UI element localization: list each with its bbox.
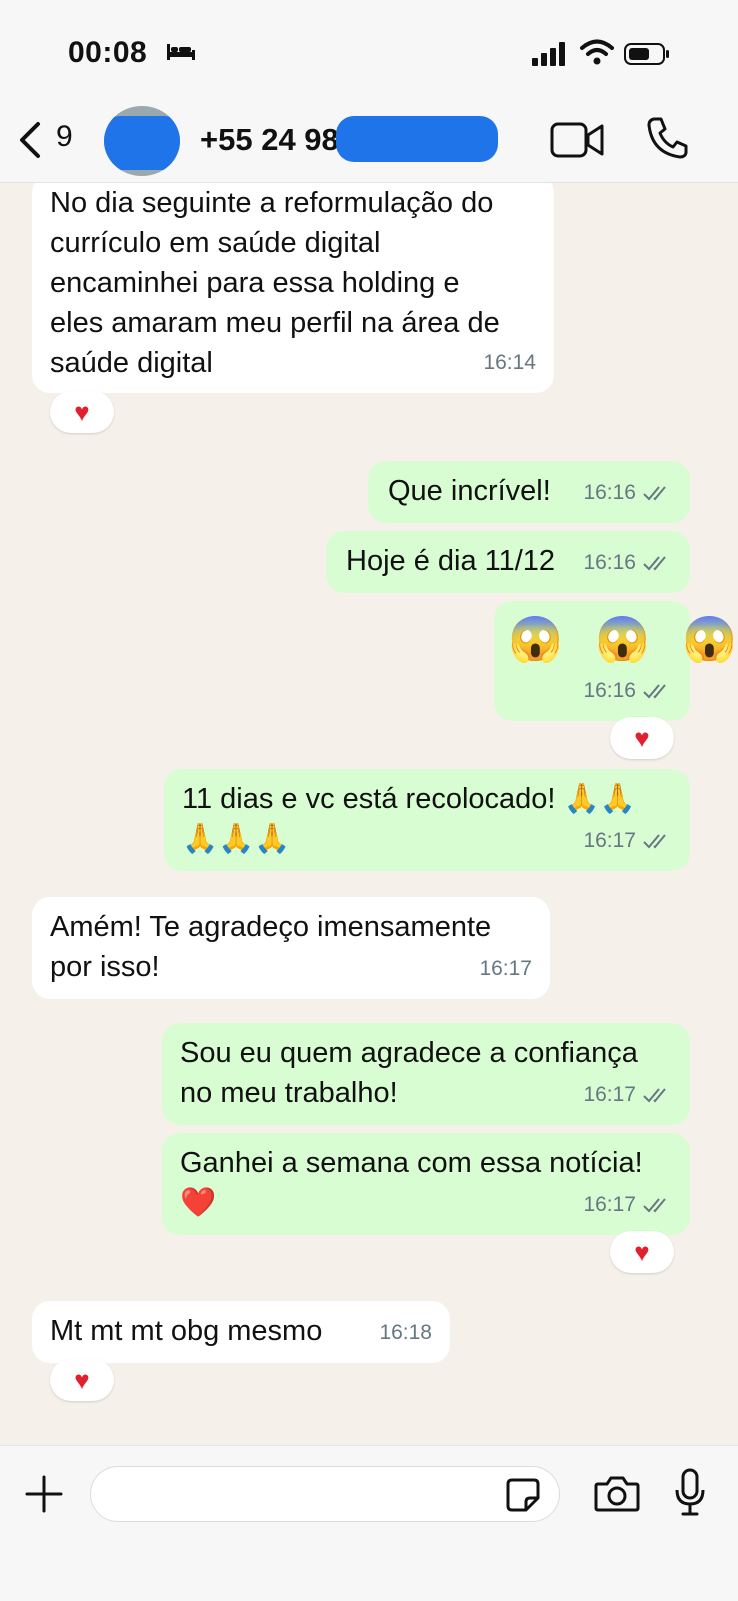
incoming-message[interactable]: No dia seguinte a reformulação do curríc… bbox=[32, 183, 554, 393]
message-text: Amém! Te agradeço imensamente por isso! bbox=[50, 911, 492, 983]
heart-reaction-icon[interactable]: ♥ bbox=[50, 391, 114, 433]
battery-icon bbox=[624, 43, 669, 65]
message-meta: 16:16 bbox=[583, 671, 672, 711]
composer-bar bbox=[0, 1445, 738, 1601]
message-meta: 16:16 bbox=[583, 473, 672, 513]
back-chevron-icon[interactable] bbox=[16, 120, 44, 160]
status-bar: 00:08 bbox=[0, 0, 738, 100]
redaction-mark bbox=[104, 116, 180, 170]
outgoing-message[interactable]: Sou eu quem agradece a confiança no meu … bbox=[162, 1023, 690, 1125]
heart-reaction-icon[interactable]: ♥ bbox=[610, 1231, 674, 1273]
incoming-message[interactable]: Amém! Te agradeço imensamente por isso! … bbox=[32, 897, 550, 999]
chat-header: 9 +55 24 98 bbox=[0, 100, 738, 183]
read-ticks-icon bbox=[643, 486, 666, 501]
message-time: 16:17 bbox=[583, 1193, 636, 1216]
plus-icon[interactable] bbox=[24, 1474, 64, 1514]
message-time: 16:17 bbox=[583, 1083, 636, 1106]
sticker-icon[interactable] bbox=[506, 1478, 540, 1512]
incoming-message[interactable]: Mt mt mt obg mesmo 16:18 bbox=[32, 1301, 450, 1363]
phone-icon[interactable] bbox=[646, 116, 688, 160]
message-text: Sou eu quem agradece a confiança no meu … bbox=[180, 1037, 638, 1109]
read-ticks-icon bbox=[643, 684, 666, 699]
message-time: 16:18 bbox=[379, 1321, 432, 1344]
message-text: 😱 😱 😱 bbox=[508, 615, 738, 664]
message-text: Que incrível! bbox=[388, 475, 551, 507]
avatar[interactable] bbox=[104, 106, 180, 176]
message-input[interactable] bbox=[90, 1466, 560, 1522]
message-text: Mt mt mt obg mesmo bbox=[50, 1315, 323, 1347]
video-call-icon[interactable] bbox=[550, 120, 604, 160]
message-time: 16:16 bbox=[583, 481, 636, 504]
read-ticks-icon bbox=[643, 1198, 666, 1213]
message-time: 16:14 bbox=[483, 351, 536, 374]
message-text: No dia seguinte a reformulação do curríc… bbox=[50, 187, 500, 379]
unread-count[interactable]: 9 bbox=[56, 120, 73, 154]
camera-icon[interactable] bbox=[594, 1474, 640, 1514]
message-meta: 16:17 bbox=[479, 949, 532, 989]
microphone-icon[interactable] bbox=[674, 1468, 706, 1516]
wifi-icon bbox=[580, 39, 614, 65]
message-meta: 16:17 bbox=[583, 821, 672, 861]
read-ticks-icon bbox=[643, 556, 666, 571]
message-text: Hoje é dia 11/12 bbox=[346, 545, 556, 577]
heart-reaction-icon[interactable]: ♥ bbox=[610, 717, 674, 759]
contact-name[interactable]: +55 24 98 bbox=[200, 122, 339, 158]
outgoing-message[interactable]: 😱 😱 😱 16:16 bbox=[494, 601, 737, 721]
message-time: 16:17 bbox=[479, 957, 532, 980]
message-meta: 16:18 bbox=[379, 1313, 432, 1353]
read-ticks-icon bbox=[643, 834, 666, 849]
bed-icon bbox=[167, 44, 195, 60]
heart-reaction-icon[interactable]: ♥ bbox=[50, 1359, 114, 1401]
message-text: Ganhei a semana com essa notícia! ❤️ bbox=[180, 1147, 643, 1219]
message-meta: 16:14 bbox=[483, 343, 536, 383]
redaction-mark bbox=[336, 116, 498, 162]
outgoing-message[interactable]: 11 dias e vc está recolocado! 🙏🙏 🙏🙏🙏 16:… bbox=[164, 769, 690, 871]
message-text: 11 dias e vc está recolocado! 🙏🙏 🙏🙏🙏 bbox=[182, 783, 636, 855]
message-meta: 16:17 bbox=[583, 1185, 672, 1225]
message-meta: 16:16 bbox=[583, 543, 672, 583]
status-time: 00:08 bbox=[68, 36, 148, 69]
outgoing-message[interactable]: Que incrível! 16:16 bbox=[368, 461, 690, 523]
signal-icon bbox=[532, 42, 565, 66]
message-time: 16:17 bbox=[583, 829, 636, 852]
outgoing-message[interactable]: Hoje é dia 11/12 16:16 bbox=[326, 531, 690, 593]
outgoing-message[interactable]: Ganhei a semana com essa notícia! ❤️ 16:… bbox=[162, 1133, 690, 1235]
message-list[interactable]: No dia seguinte a reformulação do curríc… bbox=[0, 183, 738, 1445]
message-time: 16:16 bbox=[583, 679, 636, 702]
message-meta: 16:17 bbox=[583, 1075, 672, 1115]
read-ticks-icon bbox=[643, 1088, 666, 1103]
message-time: 16:16 bbox=[583, 551, 636, 574]
